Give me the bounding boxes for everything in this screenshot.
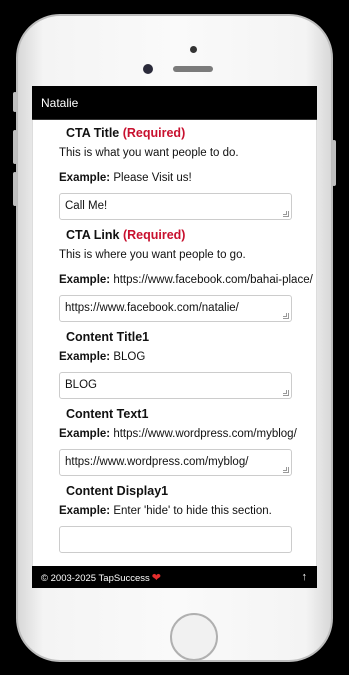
arrow-up-icon[interactable]: ↑ (302, 571, 308, 583)
field-content-title1: Content Title1 Example: BLOG BLOG (59, 330, 316, 399)
content-title1-input[interactable]: BLOG (59, 372, 292, 399)
resize-grip-icon[interactable] (283, 313, 289, 319)
field-cta-title: CTA Title (Required) This is what you wa… (59, 126, 316, 220)
field-title: CTA Link (Required) (66, 228, 186, 242)
field-title: Content Title1 (66, 330, 150, 344)
mute-switch[interactable] (13, 92, 17, 112)
field-example: Example: Enter 'hide' to hide this secti… (59, 505, 272, 517)
page-title: Natalie (41, 95, 79, 110)
field-content-display1: Content Display1 Example: Enter 'hide' t… (59, 484, 316, 553)
app-screen: Natalie CTA Title (Required) This is wha… (32, 86, 317, 588)
field-example: Example: https://www.facebook.com/bahai-… (59, 274, 313, 286)
cta-link-input[interactable]: https://www.facebook.com/natalie/ (59, 295, 292, 322)
speaker (173, 66, 213, 72)
field-content-text1: Content Text1 Example: https://www.wordp… (59, 407, 316, 476)
required-label: (Required) (122, 228, 186, 242)
volume-up-button[interactable] (13, 130, 17, 164)
required-label: (Required) (122, 126, 186, 140)
resize-grip-icon[interactable] (283, 211, 289, 217)
front-camera (143, 64, 153, 74)
field-title: Content Text1 (66, 407, 149, 421)
resize-grip-icon[interactable] (283, 467, 289, 473)
field-title: Content Display1 (66, 484, 169, 498)
copyright-text: © 2003-2025 TapSuccess ❤ (41, 571, 161, 584)
field-example: Example: BLOG (59, 351, 146, 363)
field-cta-link: CTA Link (Required) This is where you wa… (59, 228, 316, 322)
camera-dot (190, 46, 197, 53)
content-display1-input[interactable] (59, 526, 292, 553)
field-title: CTA Title (Required) (66, 126, 186, 140)
cta-title-input[interactable]: Call Me! (59, 193, 292, 220)
form-content[interactable]: CTA Title (Required) This is what you wa… (32, 120, 317, 566)
field-example: Example: https://www.wordpress.com/myblo… (59, 428, 297, 440)
field-description: This is what you want people to do. (59, 147, 239, 159)
content-text1-input[interactable]: https://www.wordpress.com/myblog/ (59, 449, 292, 476)
field-example: Example: Please Visit us! (59, 172, 192, 184)
heart-icon: ❤ (151, 571, 161, 584)
field-description: This is where you want people to go. (59, 249, 246, 261)
resize-grip-icon[interactable] (283, 390, 289, 396)
volume-down-button[interactable] (13, 172, 17, 206)
home-button[interactable] (170, 613, 218, 661)
power-button[interactable] (332, 140, 336, 186)
app-header: Natalie (32, 86, 317, 120)
app-footer: © 2003-2025 TapSuccess ❤ ↑ (32, 566, 317, 588)
